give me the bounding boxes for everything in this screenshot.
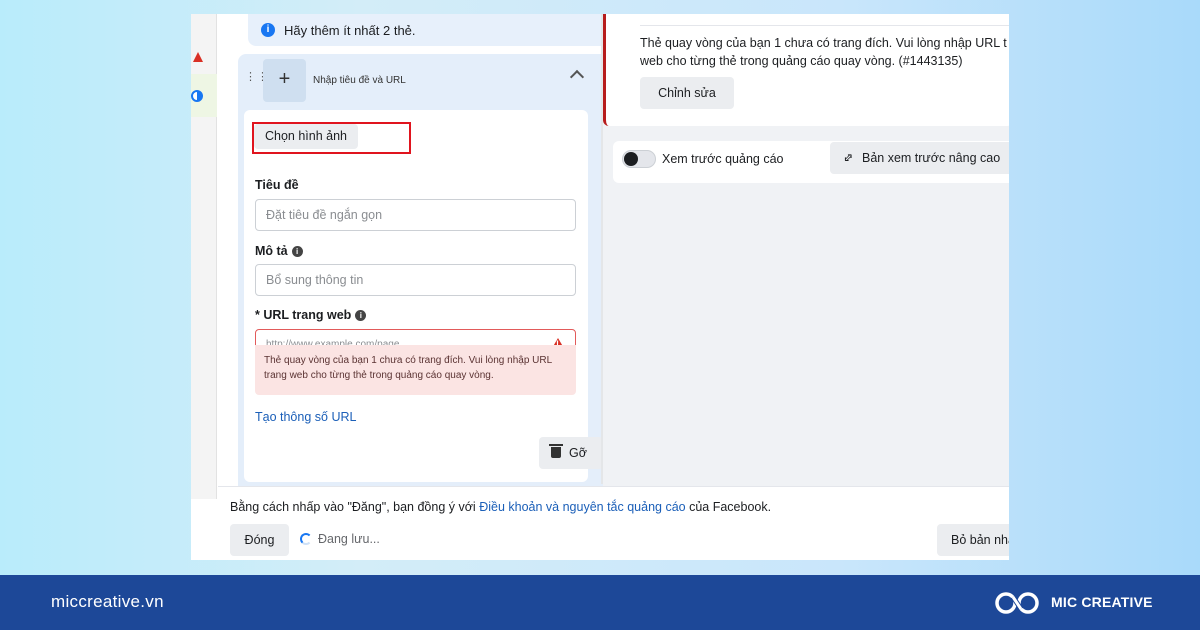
edit-button[interactable]: Chỉnh sửa [640,77,734,109]
card-header-title: Nhập tiêu đề và URL [313,75,406,86]
chevron-up-icon[interactable] [569,69,585,85]
advanced-preview-label: Bản xem trước nâng cao [862,151,1001,165]
terms-notice: Bằng cách nhấp vào "Đăng", bạn đồng ý vớ… [230,500,771,514]
url-label: * URL trang web i [255,308,367,322]
discard-draft-button[interactable]: Bỏ bản nhá [937,524,1009,556]
description-label-text: Mô tả [255,244,288,258]
info-icon: i [291,246,303,257]
toggle-knob [624,152,638,166]
saving-status: Đang lưu... [318,532,380,546]
error-summary-card: Thẻ quay vòng của bạn 1 chưa có trang đí… [603,14,1009,126]
mic-creative-logo-icon [995,592,1039,614]
terms-prefix: Bằng cách nhấp vào "Đăng", bạn đồng ý vớ… [230,500,476,514]
url-error-message: Thẻ quay vòng của bạn 1 chưa có trang đí… [255,345,576,395]
loading-spinner-icon [300,533,312,545]
drag-handle-icon[interactable]: ⋮⋮ [245,72,268,88]
error-line-2: web cho từng thẻ trong quảng cáo quay vò… [640,54,963,68]
brand-footer-bar: miccreative.vn MIC CREATIVE [0,575,1200,630]
add-media-button[interactable]: + [263,59,306,102]
close-button[interactable]: Đóng [230,524,289,556]
description-label: Mô tả i [255,244,303,258]
trash-icon [549,444,563,458]
terms-link[interactable]: Điều khoản và nguyên tắc quảng cáo [479,500,685,514]
ads-manager-screenshot: i Hãy thêm ít nhất 2 thẻ. ⋮⋮ + Nhập tiêu… [191,14,1009,560]
build-url-parameters-link[interactable]: Tạo thông số URL [255,410,356,424]
min-cards-notice: i Hãy thêm ít nhất 2 thẻ. [248,14,615,46]
notice-text: Hãy thêm ít nhất 2 thẻ. [284,23,416,38]
title-input[interactable]: Đặt tiêu đề ngắn gọn [255,199,576,231]
brand-name: MIC CREATIVE [1051,594,1153,610]
remove-card-button[interactable]: Gỡ [539,437,603,469]
warning-triangle-icon[interactable] [193,52,203,62]
highlight-box [252,122,411,154]
preview-panel: Thẻ quay vòng của bạn 1 chưa có trang đí… [603,14,1009,486]
url-label-text: * URL trang web [255,308,352,322]
title-label: Tiêu đề [255,178,299,192]
left-navigation-strip [191,14,217,499]
info-icon: i [355,310,367,321]
dialog-footer: Bằng cách nhấp vào "Đăng", bạn đồng ý vớ… [218,486,1009,560]
card-form [244,110,588,482]
ad-preview-toggle[interactable] [622,150,656,168]
expand-arrows-icon: ⇕ [839,149,857,167]
carousel-card-editor: i Hãy thêm ít nhất 2 thẻ. ⋮⋮ + Nhập tiêu… [218,14,620,509]
website-url[interactable]: miccreative.vn [51,592,164,612]
error-summary-text: Thẻ quay vòng của bạn 1 chưa có trang đí… [640,34,1009,70]
info-icon: i [261,23,275,37]
half-circle-status-icon[interactable] [191,90,203,102]
description-input[interactable]: Bổ sung thông tin [255,264,576,296]
divider [640,25,1009,26]
remove-label: Gỡ [569,446,587,460]
ad-preview-label: Xem trước quảng cáo [662,152,784,166]
error-line-1: Thẻ quay vòng của bạn 1 chưa có trang đí… [640,36,1007,50]
advanced-preview-button[interactable]: ⇕ Bản xem trước nâng cao [830,142,1009,174]
terms-suffix: của Facebook. [689,500,772,514]
preview-bar: Xem trước quảng cáo ⇕ Bản xem trước nâng … [613,141,1009,183]
